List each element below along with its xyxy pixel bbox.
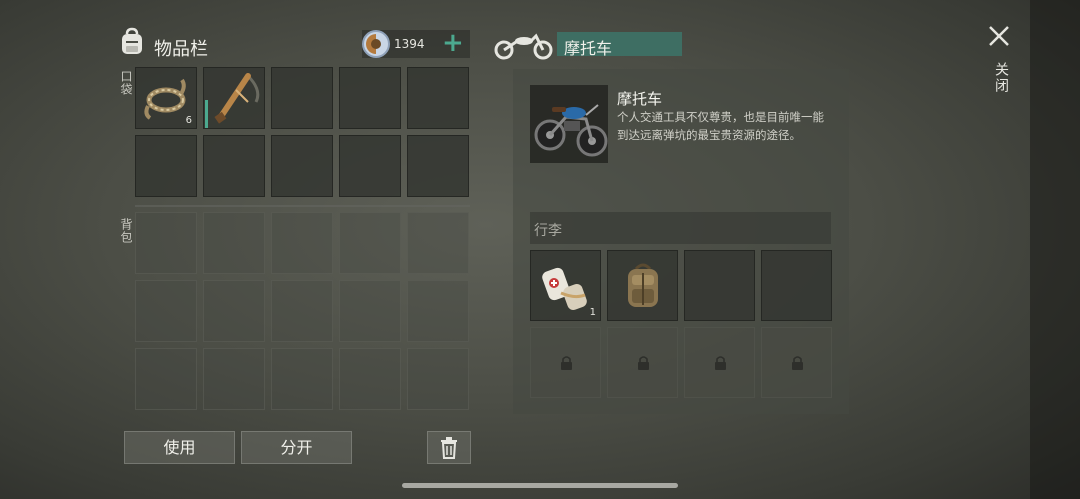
use-button[interactable]: 使用 — [124, 431, 235, 464]
pocket-slot-rope[interactable]: 6 — [135, 67, 197, 129]
trash-icon — [441, 437, 457, 459]
section-divider — [135, 205, 470, 207]
lock-icon — [561, 356, 572, 370]
backpack-slot[interactable] — [271, 212, 333, 274]
add-currency-button[interactable]: + — [442, 28, 464, 58]
right-strip — [1030, 0, 1080, 499]
backpack-slot[interactable] — [407, 348, 469, 410]
backpack-slot[interactable] — [339, 280, 401, 342]
luggage-slot-backpack[interactable] — [607, 250, 678, 321]
luggage-slot[interactable] — [761, 250, 832, 321]
pocket-slot[interactable] — [271, 67, 333, 129]
durability-bar — [205, 100, 208, 128]
backpack-slot[interactable] — [135, 280, 197, 342]
motorcycle-icon — [494, 30, 554, 60]
currency-amount: 1394 — [394, 37, 425, 51]
pocket-slot[interactable] — [271, 135, 333, 197]
luggage-header — [530, 212, 831, 244]
close-icon — [989, 26, 1009, 46]
coin-icon — [361, 29, 391, 59]
crossbow-icon — [214, 73, 260, 124]
pocket-slot[interactable] — [135, 135, 197, 197]
pocket-slot-crossbow[interactable] — [203, 67, 265, 129]
backpack-slot[interactable] — [407, 280, 469, 342]
motorcycle-image — [534, 104, 608, 157]
pocket-slot[interactable] — [203, 135, 265, 197]
lock-icon — [792, 356, 803, 370]
luggage-slot[interactable] — [684, 250, 755, 321]
backpack-icon — [116, 26, 148, 58]
pocket-slot[interactable] — [339, 135, 401, 197]
luggage-slot-locked — [761, 327, 832, 398]
luggage-slot-locked — [684, 327, 755, 398]
backpack-slot[interactable] — [339, 348, 401, 410]
split-button[interactable]: 分开 — [241, 431, 352, 464]
backpack-slot[interactable] — [271, 348, 333, 410]
luggage-slot-bandage[interactable]: 1 — [530, 250, 601, 321]
backpack-slot[interactable] — [203, 348, 265, 410]
backpack-slot[interactable] — [135, 348, 197, 410]
item-count: 6 — [185, 115, 192, 126]
backpack-slot[interactable] — [135, 212, 197, 274]
close-label: 关闭 — [993, 62, 1009, 94]
pocket-label: 口袋 — [119, 70, 133, 96]
inventory-title: 物品栏 — [154, 39, 208, 60]
backpack-item-icon — [628, 263, 658, 307]
vehicle-title: 摩托车 — [564, 39, 613, 58]
home-indicator — [402, 483, 678, 488]
backpack-slot[interactable] — [339, 212, 401, 274]
luggage-slot-locked — [530, 327, 601, 398]
pocket-slot[interactable] — [407, 135, 469, 197]
pocket-slot[interactable] — [407, 67, 469, 129]
lock-icon — [638, 356, 649, 370]
backpack-label: 背包 — [119, 218, 133, 244]
item-description: 个人交通工具不仅尊贵，也是目前唯一能到达远离弹坑的最宝贵资源的途径。 — [617, 110, 824, 142]
item-count: 1 — [589, 307, 596, 318]
luggage-slot-locked — [607, 327, 678, 398]
item-name: 摩托车 — [617, 90, 663, 108]
close-button[interactable]: 关闭 — [984, 22, 1014, 102]
delete-button[interactable] — [427, 431, 471, 464]
backpack-slot[interactable] — [407, 212, 469, 274]
backpack-slot[interactable] — [203, 212, 265, 274]
item-preview — [530, 85, 608, 163]
lock-icon — [715, 356, 726, 370]
luggage-label: 行李 — [534, 223, 562, 239]
backpack-slot[interactable] — [271, 280, 333, 342]
backpack-slot[interactable] — [203, 280, 265, 342]
pocket-slot[interactable] — [339, 67, 401, 129]
